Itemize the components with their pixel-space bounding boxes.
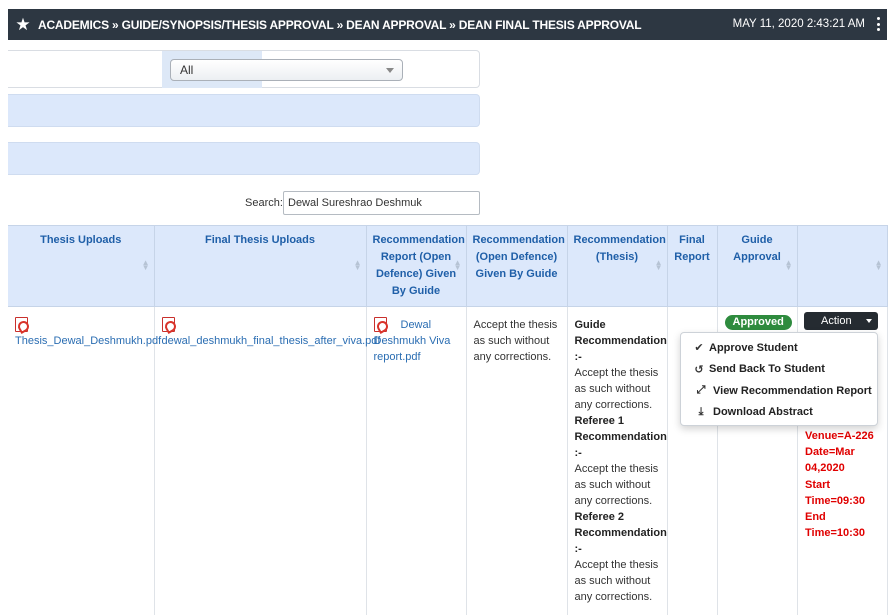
caret-down-icon (866, 319, 872, 323)
collapsed-panel-1[interactable] (8, 94, 480, 127)
sort-icon: ▲ ▼ (141, 258, 150, 272)
menu-item-approve-student[interactable]: ✔ Approve Student (681, 337, 877, 359)
chevron-down-icon (386, 68, 394, 73)
header-guide-approval[interactable]: Guide Approval ▲ ▼ (717, 225, 798, 307)
collapsed-panel-2[interactable] (8, 142, 480, 175)
pdf-icon (15, 317, 28, 332)
referee1-recommendation-title: Referee 1 Recommendation :- (574, 415, 667, 459)
sort-icon: ▲ ▼ (453, 258, 462, 272)
thesis-upload-link[interactable]: Thesis_Dewal_Deshmukh.pdf (15, 335, 161, 347)
header-thesis-uploads[interactable]: Thesis Uploads ▲ ▼ (8, 225, 155, 307)
search-input[interactable]: Dewal Sureshrao Deshmuk (283, 191, 480, 215)
sort-icon: ▲ ▼ (353, 258, 362, 272)
action-dropdown-menu: ✔ Approve Student ↺ Send Back To Student… (680, 332, 878, 426)
page-header-bar: ★ ACADEMICS » GUIDE/SYNOPSIS/THESIS APPR… (8, 9, 887, 40)
menu-item-send-back[interactable]: ↺ Send Back To Student (681, 359, 877, 381)
header-recommendation-report[interactable]: Recommendation Report (Open Defence) Giv… (366, 225, 467, 307)
undo-icon: ↺ (694, 363, 704, 376)
sort-icon: ▲ ▼ (654, 258, 663, 272)
cell-recommendation-report: Dewal Deshmukh Viva report.pdf (366, 306, 467, 615)
venue-line: Time=09:30 (805, 494, 866, 507)
guide-recommendation-text: Accept the thesis as such without any co… (574, 367, 659, 411)
check-icon: ✔ (694, 342, 704, 355)
referee2-recommendation-text: Accept the thesis as such without any co… (574, 559, 659, 603)
cell-thesis-upload: Thesis_Dewal_Deshmukh.pdf (8, 306, 161, 615)
header-action[interactable]: ▲ ▼ (797, 225, 888, 307)
action-button[interactable]: Action (804, 312, 878, 330)
venue-line: End (805, 511, 826, 524)
viva-schedule: Venue=A-226 Date=Mar 04,2020 Start Time=… (805, 428, 891, 541)
sort-icon: ▲ ▼ (784, 258, 793, 272)
programme-select[interactable]: All (170, 59, 403, 81)
guide-recommendation-title: Guide Recommendation :- (574, 319, 667, 363)
venue-line: Date=Mar (805, 446, 855, 459)
cell-final-thesis-upload: dewal_deshmukh_final_thesis_after_viva.p… (154, 306, 380, 615)
action-button-label: Action (821, 315, 852, 327)
expand-icon: ⤢ (696, 384, 706, 397)
breadcrumb: ACADEMICS » GUIDE/SYNOPSIS/THESIS APPROV… (38, 17, 642, 32)
programme-select-value: All (180, 63, 194, 77)
cell-recommendation-thesis: Guide Recommendation :- Accept the thesi… (567, 306, 668, 615)
header-recommendation-thesis[interactable]: Recommendation (Thesis) ▲ ▼ (567, 225, 668, 307)
search-label: Search: (245, 197, 283, 209)
table-header-row: Thesis Uploads ▲ ▼ Final Thesis Uploads ▲ ▼ … (8, 225, 888, 307)
venue-line: Venue=A-226 (805, 430, 874, 442)
programme-filter: Programme : All (8, 50, 480, 88)
header-recommendation-open-defence[interactable]: Recommendation (Open Defence) Given By G… (466, 225, 568, 307)
more-options-icon[interactable] (877, 17, 881, 31)
download-icon: ⤓ (698, 405, 704, 418)
sort-icon: ▲ ▼ (874, 258, 883, 272)
referee1-recommendation-text: Accept the thesis as such without any co… (574, 463, 659, 507)
star-icon[interactable]: ★ (8, 9, 38, 40)
header-final-thesis-uploads[interactable]: Final Thesis Uploads ▲ ▼ (154, 225, 367, 307)
status-badge: Approved (724, 315, 792, 330)
final-thesis-upload-link[interactable]: dewal_deshmukh_final_thesis_after_viva.p… (162, 335, 381, 347)
pdf-icon (373, 317, 387, 332)
header-final-report[interactable]: Final Report (667, 225, 718, 307)
pdf-icon (161, 317, 175, 332)
menu-item-view-report[interactable]: ⤢ View Recommendation Report (681, 380, 877, 402)
venue-line: Time=10:30 (805, 527, 866, 540)
menu-item-download-abstract[interactable]: ⤓ Download Abstract (681, 402, 877, 424)
venue-line: Start (805, 478, 831, 491)
current-datetime: MAY 11, 2020 2:43:21 AM (732, 18, 865, 30)
referee2-recommendation-title: Referee 2 Recommendation :- (574, 511, 667, 555)
venue-line: 04,2020 (805, 462, 845, 475)
cell-recommendation-open-defence: Accept the thesis as such without any co… (466, 306, 568, 615)
